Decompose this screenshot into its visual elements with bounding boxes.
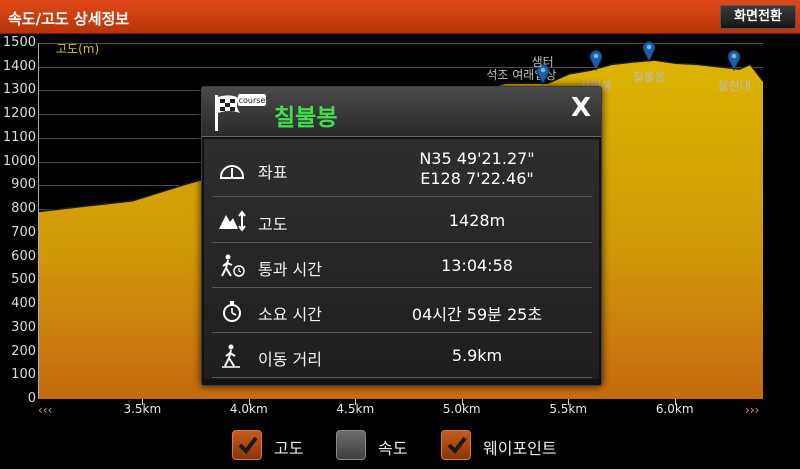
waypoint-label: 샘터 bbox=[531, 55, 554, 70]
waypoint-label: 칠불봉 bbox=[632, 70, 666, 85]
legend-label-waypoint: 웨이포인트 bbox=[483, 439, 557, 458]
y-tick-label: 100 bbox=[11, 367, 36, 383]
close-button[interactable]: X bbox=[571, 93, 591, 123]
y-tick-label: 0 bbox=[27, 391, 36, 406]
x-tick-mark bbox=[355, 399, 357, 405]
y-tick-label: 1200 bbox=[2, 106, 36, 122]
scroll-right-arrow[interactable]: ››› bbox=[745, 403, 759, 417]
popup-title: 칠불봉 bbox=[274, 105, 338, 131]
pass-time-icon bbox=[221, 254, 245, 277]
row-label-pass-time: 통과 시간 bbox=[258, 260, 322, 279]
x-tick-mark bbox=[674, 399, 676, 405]
y-tick-label: 1100 bbox=[2, 129, 36, 145]
row-distance: 이동 거리 5.9km bbox=[212, 334, 592, 378]
page-title: 속도/고도 상세정보 bbox=[8, 10, 130, 28]
row-label-coordinate: 좌표 bbox=[258, 163, 288, 182]
x-tick-mark bbox=[142, 399, 144, 405]
check-icon bbox=[238, 436, 258, 455]
waypoint-pin-icon[interactable] bbox=[726, 49, 742, 71]
y-tick-label: 1500 bbox=[2, 35, 36, 50]
y-tick-label: 600 bbox=[11, 248, 36, 264]
row-label-elapsed-time: 소요 시간 bbox=[258, 305, 322, 324]
title-bar: 속도/고도 상세정보 화면전환 bbox=[0, 0, 800, 34]
check-icon bbox=[447, 436, 467, 455]
x-tick-mark bbox=[461, 399, 463, 405]
course-flag-text: course bbox=[239, 96, 266, 105]
y-tick-label: 300 bbox=[11, 319, 36, 335]
y-tick-label: 400 bbox=[11, 296, 36, 312]
row-coordinate: 좌표 N35 49'21.27" E128 7'22.46" bbox=[212, 141, 592, 197]
x-tick-mark bbox=[568, 399, 570, 405]
row-altitude: 고도 1428m bbox=[212, 199, 592, 243]
legend-label-speed: 속도 bbox=[378, 439, 408, 458]
popup-body: 좌표 N35 49'21.27" E128 7'22.46" 고도 1428m … bbox=[204, 139, 599, 379]
y-tick-label: 800 bbox=[11, 201, 36, 217]
elapsed-time-value: 04시간 59분 25초 bbox=[411, 305, 543, 324]
x-tick-mark bbox=[248, 399, 250, 405]
scroll-left-arrow[interactable]: ‹‹‹ bbox=[38, 403, 52, 417]
waypoint-detail-popup: course 칠불봉 X 좌표 N35 49'21.27" E128 7'22.… bbox=[201, 86, 602, 386]
course-flag-icon: course bbox=[215, 94, 266, 131]
waypoint-pin-icon[interactable] bbox=[588, 49, 604, 71]
waypoint-label: 불천대 bbox=[717, 78, 751, 93]
coordinate-icon bbox=[220, 165, 244, 179]
waypoint-pin-icon[interactable] bbox=[641, 40, 657, 63]
y-tick-label: 1400 bbox=[2, 58, 36, 74]
speed-checkbox[interactable] bbox=[336, 430, 366, 460]
y-tick-label: 500 bbox=[11, 272, 36, 288]
distance-value: 5.9km bbox=[451, 346, 503, 365]
y-tick-label: 1000 bbox=[2, 153, 36, 169]
coordinate-latitude: N35 49'21.27" bbox=[419, 149, 535, 168]
switch-view-button[interactable]: 화면전환 bbox=[720, 5, 796, 29]
altitude-icon bbox=[219, 210, 246, 232]
y-tick-label: 200 bbox=[11, 343, 36, 359]
altitude-checkbox[interactable] bbox=[232, 430, 262, 460]
y-tick-label: 1300 bbox=[2, 82, 36, 98]
row-pass-time: 통과 시간 13:04:58 bbox=[212, 244, 592, 288]
row-label-altitude: 고도 bbox=[258, 215, 288, 234]
pass-time-value: 13:04:58 bbox=[441, 256, 513, 275]
stopwatch-icon bbox=[223, 301, 241, 322]
y-axis-label: 고도(m) bbox=[56, 42, 100, 56]
popup-header: course 칠불봉 X bbox=[202, 87, 601, 137]
waypoint-checkbox[interactable] bbox=[441, 430, 471, 460]
legend-label-altitude: 고도 bbox=[274, 439, 304, 458]
row-elapsed-time: 소요 시간 04시간 59분 25초 bbox=[212, 289, 592, 333]
coordinate-longitude: E128 7'22.46" bbox=[420, 169, 534, 188]
y-tick-label: 700 bbox=[11, 224, 36, 240]
row-label-distance: 이동 거리 bbox=[258, 350, 322, 369]
walking-icon bbox=[222, 344, 240, 368]
y-tick-label: 900 bbox=[11, 177, 36, 193]
altitude-value: 1428m bbox=[448, 211, 506, 230]
